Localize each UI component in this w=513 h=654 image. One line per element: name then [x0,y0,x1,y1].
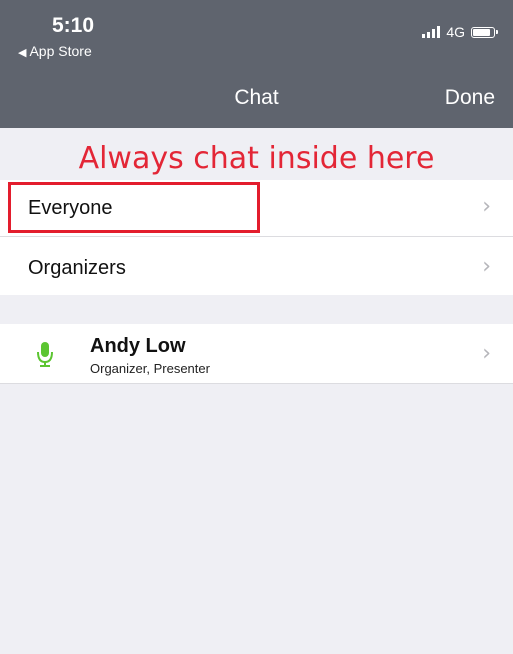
back-to-app-store-link[interactable]: ◀ App Store [18,43,92,59]
participant-role: Organizer, Presenter [90,361,210,376]
back-triangle-icon: ◀ [18,47,27,59]
status-time: 5:10 [52,14,95,37]
participant-name: Andy Low [90,335,186,357]
chat-row-organizers[interactable]: Organizers › [0,237,513,295]
status-indicators: 4G [422,24,498,40]
signal-icon [422,26,441,38]
back-app-label: App Store [29,43,92,59]
chevron-right-icon: › [482,194,491,219]
chevron-right-icon: › [482,254,491,279]
done-button[interactable]: Done [445,86,495,110]
annotation-text: Always chat inside here [78,141,435,176]
microphone-icon [37,342,53,367]
highlight-box [8,182,260,233]
chevron-right-icon: › [482,341,491,366]
page-title: Chat [234,86,279,109]
network-type: 4G [446,24,465,40]
battery-icon [471,26,498,38]
divider [0,383,513,384]
row-label: Organizers [28,257,126,279]
participant-row-andy-low[interactable]: › [0,324,513,383]
nav-header: 5:10 ◀ App Store 4G Chat Done [0,0,513,128]
